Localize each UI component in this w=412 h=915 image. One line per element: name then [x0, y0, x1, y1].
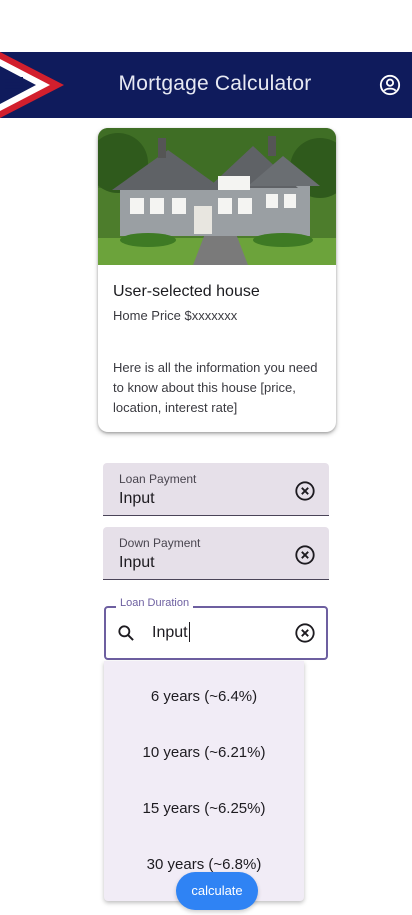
app-title: Mortgage Calculator [118, 72, 312, 95]
calculate-button[interactable]: calculate [176, 872, 258, 910]
down-payment-label: Down Payment [119, 536, 201, 550]
card-title: User-selected house [113, 283, 260, 300]
cancel-icon[interactable] [294, 622, 316, 644]
text-cursor [189, 622, 190, 642]
loan-payment-field[interactable]: Loan Payment Input [103, 463, 329, 516]
house-card[interactable]: User-selected house Home Price $xxxxxxx … [98, 128, 336, 432]
cancel-icon[interactable] [294, 480, 316, 502]
house-image [98, 128, 336, 265]
card-description: Here is all the information you need to … [113, 360, 318, 415]
down-payment-field[interactable]: Down Payment Input [103, 527, 329, 580]
loan-payment-input[interactable]: Input [119, 490, 155, 508]
loan-duration-dropdown: 6 years (~6.4%) 10 years (~6.21%) 15 yea… [104, 661, 304, 901]
duration-option[interactable]: 15 years (~6.25%) [104, 781, 304, 837]
home-price: Home Price $xxxxxxx [113, 308, 238, 323]
loan-duration-input[interactable]: Input [152, 624, 188, 642]
top-app-bar: Mortgage Calculator [0, 52, 412, 118]
search-icon [118, 625, 134, 641]
loan-duration-label: Loan Duration [116, 597, 194, 609]
duration-option[interactable]: 6 years (~6.4%) [104, 669, 304, 725]
cancel-icon[interactable] [294, 544, 316, 566]
loan-payment-label: Loan Payment [119, 472, 197, 486]
duration-option[interactable]: 10 years (~6.21%) [104, 725, 304, 781]
account-circle-icon[interactable] [379, 74, 401, 96]
down-payment-input[interactable]: Input [119, 554, 155, 572]
